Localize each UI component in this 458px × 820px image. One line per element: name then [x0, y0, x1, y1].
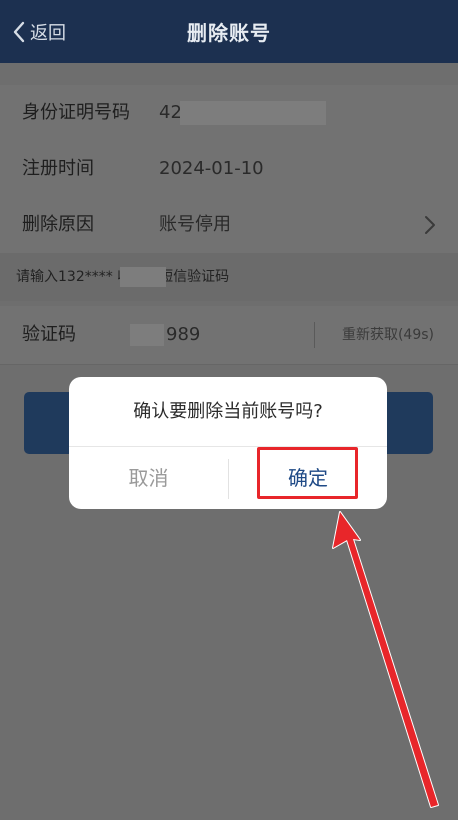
annotation-arrow-icon [332, 511, 439, 808]
